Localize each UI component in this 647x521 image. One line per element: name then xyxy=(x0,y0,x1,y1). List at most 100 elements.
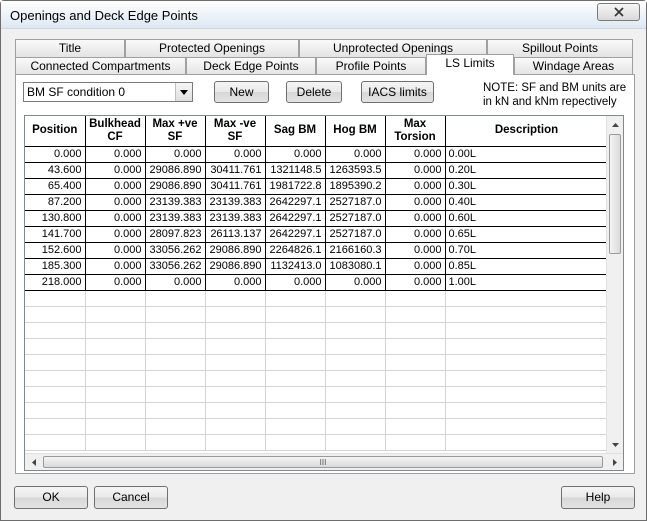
col-header-description[interactable]: Description xyxy=(445,116,609,147)
cell-empty[interactable] xyxy=(445,402,609,419)
cell-empty[interactable] xyxy=(265,290,326,307)
cell-empty[interactable] xyxy=(145,370,206,387)
cell-max-neg-sf[interactable]: 30411.761 xyxy=(205,178,266,195)
table-row-empty[interactable] xyxy=(25,338,609,355)
table-row[interactable]: 0.000 0.000 0.000 0.000 0.000 0.000 0.000 0.00L xyxy=(25,146,609,163)
cell-empty[interactable] xyxy=(325,354,386,371)
cell-hog-bm[interactable]: 2527187.0 xyxy=(325,210,386,227)
cell-empty[interactable] xyxy=(445,290,609,307)
arrow-down-icon[interactable] xyxy=(608,437,623,452)
cell-empty[interactable] xyxy=(25,354,86,371)
cell-description[interactable]: 0.40L xyxy=(445,194,609,211)
table-row-empty[interactable] xyxy=(25,402,609,419)
table-row-empty[interactable] xyxy=(25,306,609,323)
cell-empty[interactable] xyxy=(325,418,386,435)
cell-empty[interactable] xyxy=(385,290,446,307)
new-button[interactable]: New xyxy=(214,81,269,103)
cell-empty[interactable] xyxy=(205,338,266,355)
cell-empty[interactable] xyxy=(85,306,146,323)
help-button[interactable]: Help xyxy=(561,486,635,509)
cell-empty[interactable] xyxy=(265,402,326,419)
cell-empty[interactable] xyxy=(25,386,86,403)
cell-max-pos-sf[interactable]: 23139.383 xyxy=(145,194,206,211)
table-row[interactable]: 65.400 0.000 29086.890 30411.761 1981722.8 18… xyxy=(25,178,609,195)
cell-sag-bm[interactable]: 1132413.0 xyxy=(265,258,326,275)
close-button[interactable] xyxy=(597,3,640,21)
cell-description[interactable]: 0.30L xyxy=(445,178,609,195)
cell-empty[interactable] xyxy=(145,386,206,403)
cell-description[interactable]: 0.00L xyxy=(445,146,609,163)
vertical-scrollbar[interactable] xyxy=(606,116,623,453)
cell-description[interactable]: 0.60L xyxy=(445,210,609,227)
cell-empty[interactable] xyxy=(205,322,266,339)
cell-empty[interactable] xyxy=(445,386,609,403)
cell-bulkhead-cf[interactable]: 0.000 xyxy=(85,242,146,259)
cell-empty[interactable] xyxy=(145,290,206,307)
cell-position[interactable]: 152.600 xyxy=(25,242,86,259)
cell-max-neg-sf[interactable]: 29086.890 xyxy=(205,242,266,259)
limits-grid[interactable]: Position Bulkhead CF Max +ve SF Max -ve … xyxy=(24,115,624,471)
cell-bulkhead-cf[interactable]: 0.000 xyxy=(85,258,146,275)
cell-max-neg-sf[interactable]: 29086.890 xyxy=(205,258,266,275)
cell-empty[interactable] xyxy=(265,306,326,323)
cell-empty[interactable] xyxy=(145,434,206,451)
cell-empty[interactable] xyxy=(265,322,326,339)
horizontal-scroll-thumb[interactable]: III xyxy=(43,456,603,468)
cell-empty[interactable] xyxy=(205,370,266,387)
cell-empty[interactable] xyxy=(25,434,86,451)
cell-empty[interactable] xyxy=(265,418,326,435)
cell-description[interactable]: 0.85L xyxy=(445,258,609,275)
cell-position[interactable]: 130.800 xyxy=(25,210,86,227)
cell-empty[interactable] xyxy=(325,322,386,339)
cell-max-torsion[interactable]: 0.000 xyxy=(385,242,446,259)
cell-empty[interactable] xyxy=(85,338,146,355)
chevron-down-icon[interactable] xyxy=(175,83,192,101)
cell-max-pos-sf[interactable]: 33056.262 xyxy=(145,258,206,275)
cell-empty[interactable] xyxy=(145,418,206,435)
cell-empty[interactable] xyxy=(25,402,86,419)
cell-bulkhead-cf[interactable]: 0.000 xyxy=(85,210,146,227)
tab-windage-areas[interactable]: Windage Areas xyxy=(514,57,633,75)
cell-empty[interactable] xyxy=(445,306,609,323)
table-row[interactable]: 43.600 0.000 29086.890 30411.761 1321148.5 12… xyxy=(25,162,609,179)
col-header-max-neg-sf[interactable]: Max -ve SF xyxy=(205,116,266,147)
cell-empty[interactable] xyxy=(385,354,446,371)
table-row-empty[interactable] xyxy=(25,434,609,451)
cell-hog-bm[interactable]: 2166160.3 xyxy=(325,242,386,259)
arrow-right-icon[interactable] xyxy=(607,455,622,470)
cell-hog-bm[interactable]: 0.000 xyxy=(325,274,386,291)
cell-max-pos-sf[interactable]: 0.000 xyxy=(145,146,206,163)
cell-empty[interactable] xyxy=(205,402,266,419)
cell-empty[interactable] xyxy=(385,322,446,339)
cell-empty[interactable] xyxy=(265,338,326,355)
cell-sag-bm[interactable]: 1981722.8 xyxy=(265,178,326,195)
cell-empty[interactable] xyxy=(265,386,326,403)
col-header-position[interactable]: Position xyxy=(25,116,86,147)
col-header-bulkhead-cf[interactable]: Bulkhead CF xyxy=(85,116,146,147)
cell-empty[interactable] xyxy=(85,370,146,387)
cell-position[interactable]: 0.000 xyxy=(25,146,86,163)
cell-max-pos-sf[interactable]: 29086.890 xyxy=(145,178,206,195)
cell-empty[interactable] xyxy=(385,306,446,323)
cell-position[interactable]: 218.000 xyxy=(25,274,86,291)
cell-bulkhead-cf[interactable]: 0.000 xyxy=(85,194,146,211)
cell-max-torsion[interactable]: 0.000 xyxy=(385,178,446,195)
cell-empty[interactable] xyxy=(85,290,146,307)
cell-max-neg-sf[interactable]: 26113.137 xyxy=(205,226,266,243)
cell-empty[interactable] xyxy=(325,386,386,403)
table-row[interactable]: 152.600 0.000 33056.262 29086.890 2264826.1 2… xyxy=(25,242,609,259)
cell-description[interactable]: 0.20L xyxy=(445,162,609,179)
cell-bulkhead-cf[interactable]: 0.000 xyxy=(85,226,146,243)
cell-empty[interactable] xyxy=(25,370,86,387)
cell-max-pos-sf[interactable]: 23139.383 xyxy=(145,210,206,227)
cell-empty[interactable] xyxy=(85,354,146,371)
cell-empty[interactable] xyxy=(205,354,266,371)
cell-empty[interactable] xyxy=(265,434,326,451)
cell-max-neg-sf[interactable]: 30411.761 xyxy=(205,162,266,179)
table-row[interactable]: 130.800 0.000 23139.383 23139.383 2642297.1 2… xyxy=(25,210,609,227)
cell-sag-bm[interactable]: 0.000 xyxy=(265,274,326,291)
vertical-scroll-thumb[interactable] xyxy=(609,134,621,254)
cell-empty[interactable] xyxy=(385,338,446,355)
cell-empty[interactable] xyxy=(145,402,206,419)
tab-protected-openings[interactable]: Protected Openings xyxy=(125,39,299,57)
